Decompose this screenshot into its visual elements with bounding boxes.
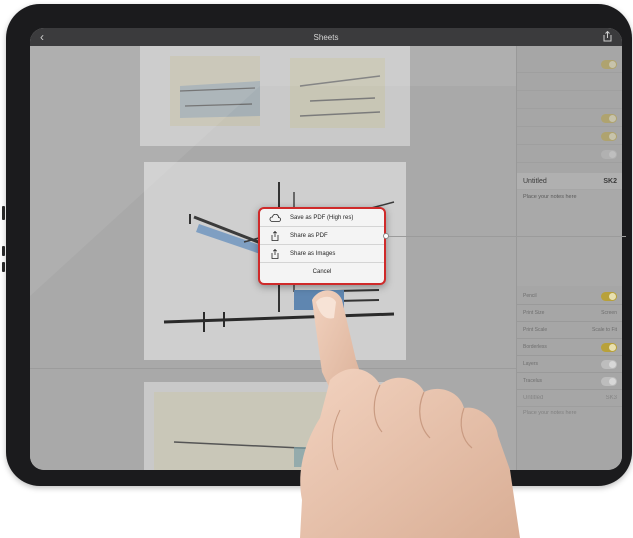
hand-illustration xyxy=(300,290,520,538)
